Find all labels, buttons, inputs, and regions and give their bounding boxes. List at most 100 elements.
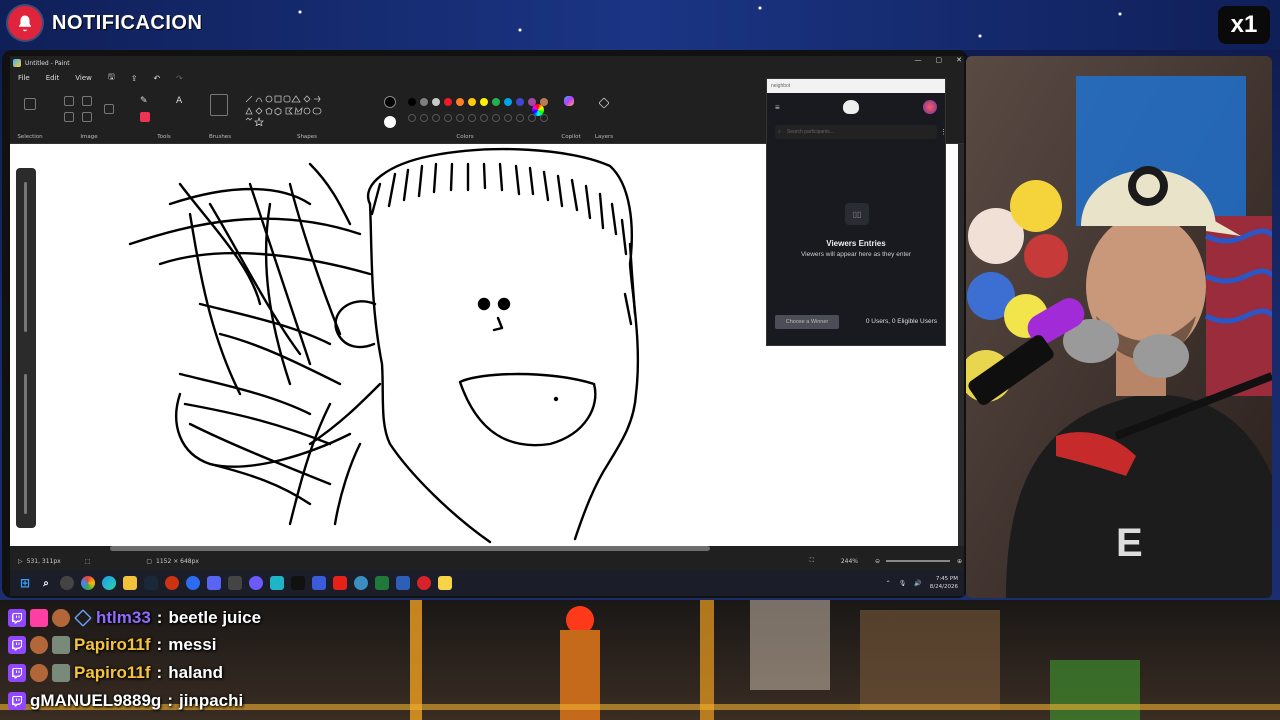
avatar-badge-icon (30, 636, 48, 654)
menu-view[interactable]: View (75, 74, 92, 82)
chat-username[interactable]: Papiro11f (74, 663, 151, 683)
crop-icon[interactable] (64, 96, 74, 106)
group-label-layers: Layers (594, 134, 614, 140)
copilot-icon[interactable] (564, 96, 574, 106)
palette-swatch[interactable] (516, 98, 524, 106)
chevron-up-icon[interactable]: ⌃ (886, 580, 891, 587)
file-explorer-icon[interactable] (123, 576, 137, 590)
eraser-icon[interactable] (140, 112, 150, 122)
pencil-icon[interactable]: ✎ (140, 96, 150, 106)
app-icon-2[interactable] (186, 576, 200, 590)
palette-swatch[interactable] (492, 98, 500, 106)
participant-search-input[interactable]: ⌕ Search participants... ⋮ (775, 125, 947, 139)
palette-swatch-empty[interactable] (408, 114, 416, 122)
chat-username[interactable]: gMANUEL9889g (30, 691, 161, 711)
primary-color-swatch[interactable] (384, 96, 396, 108)
shapes-gallery-icon[interactable] (244, 94, 334, 126)
palette-swatch[interactable] (504, 98, 512, 106)
zoom-slider[interactable] (886, 560, 950, 562)
app-icon-8[interactable] (396, 576, 410, 590)
magnifier-icon[interactable] (176, 112, 186, 122)
edit-colors-icon[interactable] (532, 104, 544, 116)
app-icon-4[interactable] (228, 576, 242, 590)
vertical-scrollbar[interactable] (958, 144, 964, 546)
menu-file[interactable]: File (18, 74, 30, 82)
palette-swatch-empty[interactable] (540, 114, 548, 122)
palette-swatch-empty[interactable] (456, 114, 464, 122)
palette-swatch-empty[interactable] (480, 114, 488, 122)
palette-swatch-empty[interactable] (504, 114, 512, 122)
save-icon[interactable]: 🖫 (108, 71, 115, 85)
palette-swatch[interactable] (456, 98, 464, 106)
zoom-out-icon[interactable]: ⊖ (875, 558, 880, 565)
palette-swatch[interactable] (420, 98, 428, 106)
search-icon[interactable]: ⌕ (39, 576, 53, 590)
layers-icon[interactable] (598, 97, 610, 109)
app-icon-10[interactable] (438, 576, 452, 590)
palette-swatch[interactable] (408, 98, 416, 106)
group-label-brushes: Brushes (208, 134, 232, 140)
hamburger-menu-icon[interactable]: ≡ (775, 103, 780, 112)
flip-icon[interactable] (82, 112, 92, 122)
palette-swatch-empty[interactable] (516, 114, 524, 122)
choose-winner-button[interactable]: Choose a Winner (775, 315, 839, 329)
group-label-tools: Tools (157, 134, 171, 140)
secondary-color-swatch[interactable] (384, 116, 396, 128)
rotate-icon[interactable] (64, 112, 74, 122)
select-icon[interactable] (24, 98, 36, 110)
color-picker-icon[interactable] (158, 112, 168, 122)
chat-username[interactable]: htlm33 (96, 608, 151, 628)
palette-swatch[interactable] (468, 98, 476, 106)
fill-icon[interactable] (158, 96, 168, 106)
task-view-icon[interactable] (60, 576, 74, 590)
palette-swatch-empty[interactable] (444, 114, 452, 122)
horizontal-scrollbar[interactable] (110, 546, 710, 551)
discord-icon[interactable] (249, 576, 263, 590)
undo-icon[interactable]: ↶ (153, 74, 160, 83)
zoom-in-icon[interactable]: ⊕ (957, 558, 962, 565)
palette-swatch[interactable] (480, 98, 488, 106)
image-tool-icon[interactable] (104, 104, 114, 114)
close-icon[interactable]: ✕ (956, 56, 962, 64)
mic-icon[interactable]: 🎙 (899, 580, 907, 587)
menu-edit[interactable]: Edit (46, 74, 60, 82)
brush-icon[interactable] (210, 94, 228, 116)
palette-swatch-empty[interactable] (420, 114, 428, 122)
steam-icon[interactable] (144, 576, 158, 590)
clock[interactable]: 7:45 PM 8/24/2026 (930, 575, 958, 591)
palette-swatch[interactable] (444, 98, 452, 106)
share-icon[interactable]: ⇪ (131, 74, 138, 83)
gift-badge-icon (52, 664, 70, 682)
app-icon-1[interactable] (165, 576, 179, 590)
palette-swatch-empty[interactable] (432, 114, 440, 122)
group-copilot: Copilot (556, 90, 586, 140)
text-icon[interactable]: A (176, 96, 186, 106)
more-options-icon[interactable]: ⋮ (940, 128, 947, 136)
palette-swatch[interactable] (432, 98, 440, 106)
network-volume-icon[interactable]: 🔊 (914, 580, 921, 587)
chat-message: htlm33 : beetle juice (8, 606, 261, 630)
windows-start-icon[interactable]: ⊞ (18, 576, 32, 590)
resize-icon[interactable] (82, 96, 92, 106)
empty-list-icon: ▯▯ (845, 203, 869, 225)
palette-swatch-empty[interactable] (468, 114, 476, 122)
fit-to-window-icon[interactable]: ⛶ (810, 557, 814, 565)
palette-swatch-empty[interactable] (492, 114, 500, 122)
avatar[interactable] (922, 100, 937, 114)
zoom-level[interactable]: 244% (841, 558, 858, 565)
app-icon-3[interactable] (207, 576, 221, 590)
app-icon-5[interactable] (270, 576, 284, 590)
minimize-icon[interactable]: — (915, 56, 922, 64)
edge-icon[interactable] (102, 576, 116, 590)
paint-taskbar-icon[interactable] (354, 576, 368, 590)
chat-message: Papiro11f : messi (8, 633, 216, 657)
chat-username[interactable]: Papiro11f (74, 635, 151, 655)
app-icon-7[interactable] (312, 576, 326, 590)
app-icon-9[interactable] (417, 576, 431, 590)
redo-icon[interactable]: ↷ (176, 74, 183, 83)
chrome-icon[interactable] (81, 576, 95, 590)
youtube-icon[interactable] (333, 576, 347, 590)
maximize-icon[interactable]: ▢ (936, 56, 943, 64)
app-icon-6[interactable] (291, 576, 305, 590)
excel-icon[interactable] (375, 576, 389, 590)
